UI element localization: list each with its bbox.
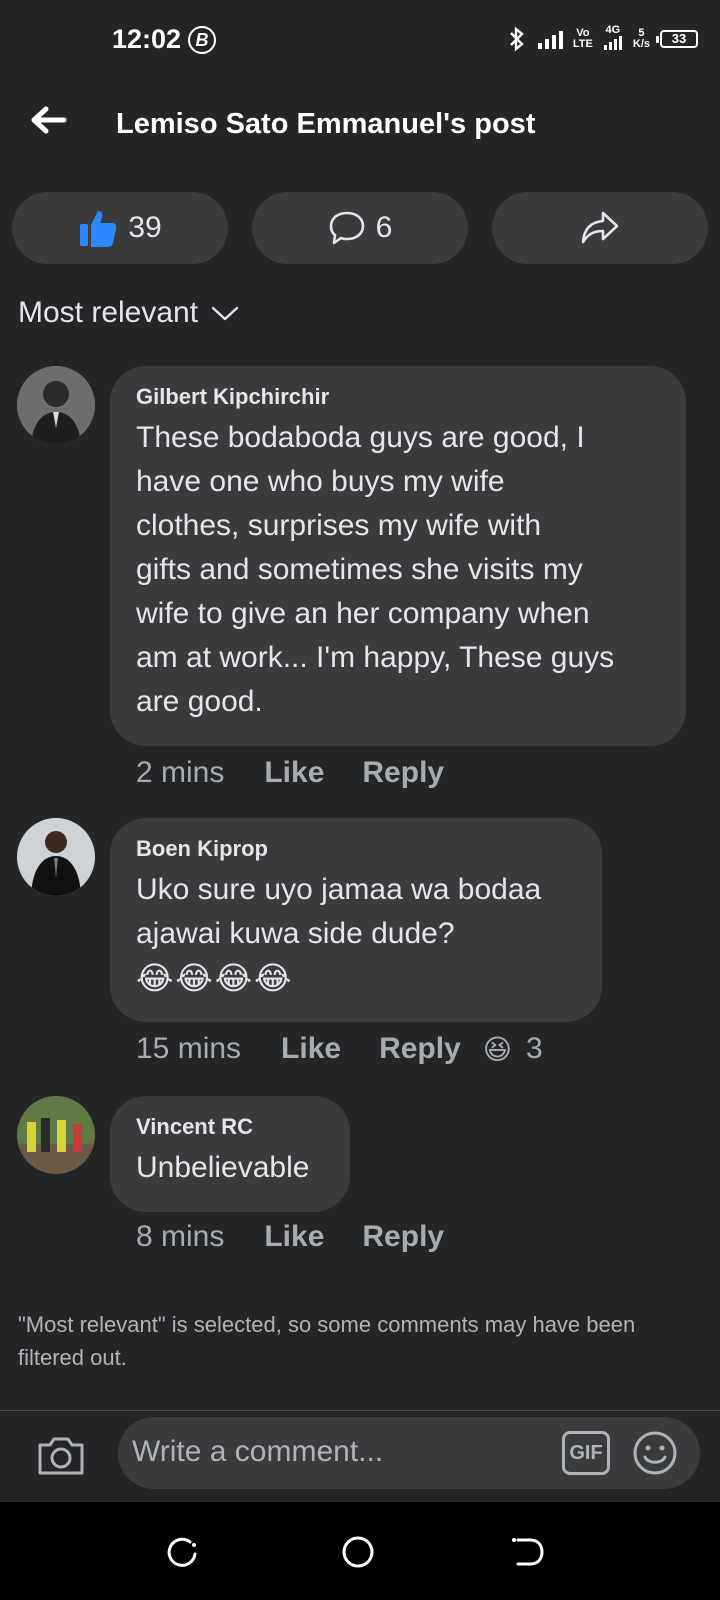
emoji-icon[interactable] xyxy=(632,1430,678,1476)
comment-meta: 2 mins Like Reply xyxy=(136,756,482,790)
chevron-down-icon xyxy=(211,306,239,321)
comment-time: 2 mins xyxy=(136,756,225,789)
comment-text: Uko sure uyo jamaa wa bodaa ajawai kuwa … xyxy=(136,868,576,1000)
home-icon[interactable] xyxy=(340,1534,376,1570)
comment-line: ajawai kuwa side dude? xyxy=(136,917,455,950)
back-nav-icon[interactable] xyxy=(510,1534,546,1570)
camera-icon xyxy=(38,1437,84,1475)
comment-line: Unbelievable xyxy=(136,1151,310,1184)
comment-line: have one who buys my wife xyxy=(136,465,505,498)
comment-line: wife to give an her company when xyxy=(136,597,590,630)
avatar-gilbert-image xyxy=(17,366,95,444)
comment-placeholder: Write a comment... xyxy=(132,1435,384,1468)
comment-line: Uko sure uyo jamaa wa bodaa xyxy=(136,873,542,906)
avatar-boen-image xyxy=(17,818,95,896)
like-button[interactable]: Like xyxy=(264,756,324,790)
comment-text: These bodaboda guys are good, I have one… xyxy=(136,416,660,724)
data-speed: 5 K/s xyxy=(633,28,650,50)
reaction-summary[interactable]: 😆 3 xyxy=(483,1032,543,1066)
battery-icon: 33 xyxy=(656,30,698,48)
status-bar: 12:02 B Vo LTE 4G 5 K/s 33 xyxy=(0,0,720,80)
arrow-left-icon xyxy=(31,106,67,134)
comment-input[interactable]: Write a comment... GIF xyxy=(118,1417,700,1489)
volte-lte: LTE xyxy=(572,38,593,50)
thumbs-up-icon xyxy=(80,211,117,247)
comment-time: 15 mins xyxy=(136,1032,242,1065)
reply-button[interactable]: Reply xyxy=(362,1220,444,1254)
sort-dropdown[interactable]: Most relevant xyxy=(18,296,240,330)
comment-bubble: Boen Kiprop Uko sure uyo jamaa wa bodaa … xyxy=(110,818,602,1022)
comment-line: gifts and sometimes she visits my xyxy=(136,553,583,586)
comments-count: 6 xyxy=(375,211,393,244)
comment-line: clothes, surprises my wife with xyxy=(136,509,542,542)
filter-note: "Most relevant" is selected, so some com… xyxy=(18,1312,636,1370)
avatar-vincent-image xyxy=(17,1096,95,1174)
camera-button[interactable] xyxy=(36,1433,86,1477)
avatar[interactable] xyxy=(17,818,95,896)
comment-author[interactable]: Boen Kiprop xyxy=(136,836,576,862)
likes-count: 39 xyxy=(128,211,162,244)
page-title: Lemiso Sato Emmanuel's post xyxy=(116,108,536,140)
post-actions: 39 6 xyxy=(12,192,708,264)
comment-text: Unbelievable xyxy=(136,1146,324,1190)
bluetooth-icon xyxy=(510,26,524,52)
back-button[interactable] xyxy=(26,100,70,144)
comment-author[interactable]: Vincent RC xyxy=(136,1114,324,1140)
network-4g-label: 4G xyxy=(605,24,621,36)
comment-bubble: Vincent RC Unbelievable xyxy=(110,1096,350,1212)
comment-meta: 15 mins Like Reply 😆 3 xyxy=(136,1032,543,1066)
status-icons: Vo LTE 4G 5 K/s 33 xyxy=(507,24,698,54)
comments-button[interactable]: 6 xyxy=(252,192,468,264)
sort-label: Most relevant xyxy=(18,296,199,329)
signal-4g-icon xyxy=(603,36,622,50)
b-badge-icon: B xyxy=(188,26,216,54)
comment-author[interactable]: Gilbert Kipchirchir xyxy=(136,384,660,410)
avatar[interactable] xyxy=(17,366,95,444)
system-navbar xyxy=(0,1502,720,1600)
like-button[interactable]: Like xyxy=(264,1220,324,1254)
comment-meta: 8 mins Like Reply xyxy=(136,1220,482,1254)
recent-apps-icon[interactable] xyxy=(164,1534,200,1570)
volte-indicator: Vo LTE xyxy=(573,28,593,50)
like-button[interactable]: Like xyxy=(281,1032,341,1066)
comment-line: These bodaboda guys are good, I xyxy=(136,421,585,454)
status-time: 12:02 xyxy=(112,24,182,54)
share-icon xyxy=(581,211,619,244)
reaction-count: 3 xyxy=(525,1032,543,1065)
comment-line: am at work... I'm happy, These guys xyxy=(136,641,615,674)
reply-button[interactable]: Reply xyxy=(362,756,444,790)
reply-button[interactable]: Reply xyxy=(379,1032,461,1066)
avatar[interactable] xyxy=(17,1096,95,1174)
speed-unit: K/s xyxy=(632,38,650,50)
laughing-emojis: 😂😂😂😂 xyxy=(136,960,294,996)
comment-time: 8 mins xyxy=(136,1220,225,1253)
signal-icon xyxy=(537,31,563,49)
network-4g-indicator: 4G xyxy=(603,25,623,53)
comment-icon xyxy=(329,211,364,245)
comment-line: are good. xyxy=(136,685,263,718)
likes-button[interactable]: 39 xyxy=(12,192,228,264)
comment-composer: Write a comment... GIF xyxy=(0,1411,720,1501)
haha-reaction-icon: 😆 xyxy=(482,1033,512,1065)
share-button[interactable] xyxy=(492,192,708,264)
comment-bubble: Gilbert Kipchirchir These bodaboda guys … xyxy=(110,366,686,746)
gif-button[interactable]: GIF xyxy=(562,1431,610,1475)
